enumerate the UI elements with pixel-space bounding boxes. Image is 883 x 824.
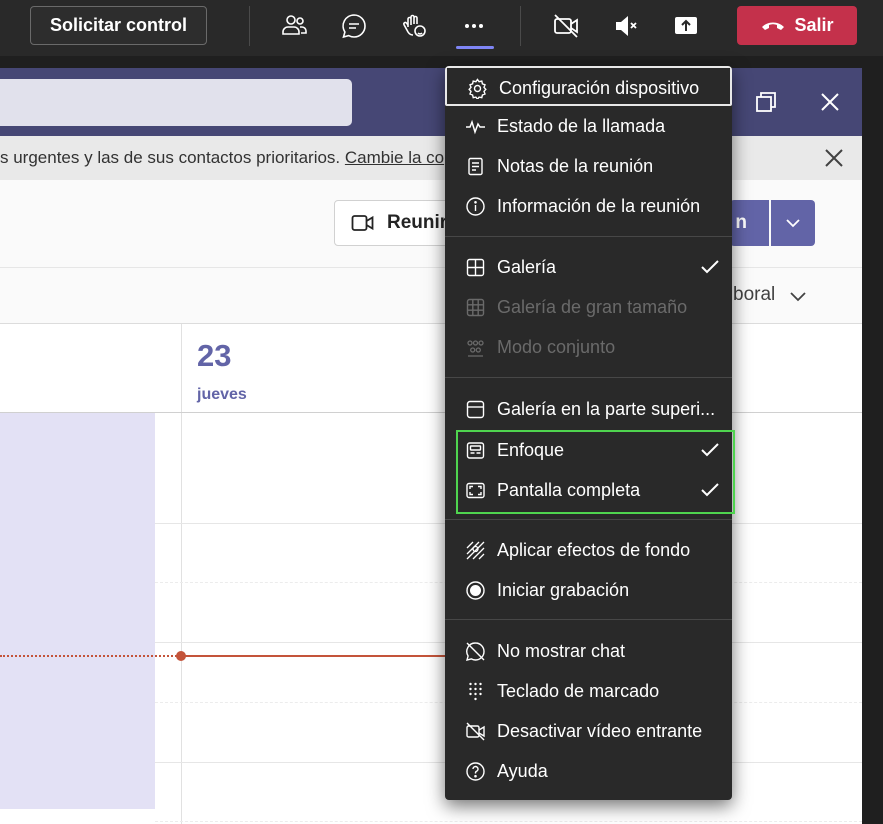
chevron-down-icon[interactable]: [788, 286, 808, 306]
participants-button[interactable]: [274, 7, 314, 45]
chevron-down-icon: [786, 219, 800, 228]
menu-divider: [445, 236, 732, 237]
share-screen-icon: [675, 17, 697, 34]
camera-toggle-button[interactable]: [546, 7, 586, 45]
app-header: [0, 68, 862, 136]
banner-text: s urgentes y las de sus contactos priori…: [0, 148, 445, 167]
view-selector-label[interactable]: boral: [733, 284, 775, 306]
leave-label: Salir: [794, 15, 834, 35]
menu-divider: [445, 377, 732, 378]
menu-item-help[interactable]: Ayuda: [445, 751, 732, 791]
menu-item-label: Estado de la llamada: [497, 116, 666, 136]
people-icon: [282, 15, 307, 35]
notes-icon: [465, 156, 486, 177]
gear-icon: [467, 78, 488, 99]
menu-item-disable-incoming-video[interactable]: Desactivar vídeo entrante: [445, 711, 732, 751]
day-number[interactable]: 23: [197, 338, 231, 374]
menu-item-label: Ayuda: [497, 761, 548, 781]
menu-item-dialpad[interactable]: Teclado de marcado: [445, 671, 732, 711]
menu-item-meeting-notes[interactable]: Notas de la reunión: [445, 146, 732, 186]
chat-button[interactable]: [334, 7, 374, 45]
menu-item-label: Configuración dispositivo: [499, 78, 700, 98]
pulse-icon: [465, 116, 486, 137]
menu-item-start-recording[interactable]: Iniciar grabación: [445, 570, 732, 610]
menu-item-label: Galería: [497, 257, 557, 277]
gallery-icon: [465, 257, 486, 278]
menu-item-meeting-info[interactable]: Información de la reunión: [445, 186, 732, 226]
toolbar-divider: [249, 6, 250, 46]
menu-item-together-mode[interactable]: Modo conjunto: [445, 327, 732, 367]
menu-item-label: Teclado de marcado: [497, 681, 660, 701]
call-control-bar: Solicitar control Salir: [0, 0, 883, 56]
together-mode-icon: [465, 337, 486, 358]
help-icon: [465, 761, 486, 782]
leave-button[interactable]: Salir: [737, 6, 857, 45]
menu-item-hide-chat[interactable]: No mostrar chat: [445, 631, 732, 671]
chat-icon: [342, 14, 366, 39]
current-time-dotted-line: [0, 655, 180, 657]
menu-item-label: Información de la reunión: [497, 196, 701, 216]
half-hour-line: [155, 821, 862, 822]
menu-item-large-gallery[interactable]: Galería de gran tamaño: [445, 287, 732, 327]
menu-item-device-settings[interactable]: Configuración dispositivo: [445, 66, 732, 106]
menu-item-call-health[interactable]: Estado de la llamada: [445, 106, 732, 146]
active-indicator: [456, 46, 494, 49]
new-meeting-dropdown-button[interactable]: [771, 200, 815, 246]
menu-item-background-effects[interactable]: Aplicar efectos de fondo: [445, 530, 732, 570]
close-window-icon[interactable]: [818, 90, 842, 114]
menu-divider: [445, 619, 732, 620]
menu-item-label: Iniciar grabación: [497, 580, 630, 600]
calendar-toolbar: Reunir n: [0, 180, 862, 268]
search-input[interactable]: [0, 79, 352, 126]
request-control-button[interactable]: Solicitar control: [30, 6, 207, 45]
chat-off-icon: [465, 641, 486, 662]
banner-link[interactable]: Cambie la co: [345, 148, 444, 167]
large-gallery-icon: [465, 297, 486, 318]
calendar-view-row: boral: [0, 268, 862, 324]
menu-item-label: Notas de la reunión: [497, 156, 654, 176]
video-camera-icon: [351, 215, 374, 231]
more-actions-icon: [465, 24, 483, 28]
video-off-icon: [465, 721, 486, 742]
hang-up-icon: [762, 22, 785, 30]
teams-meeting-screen: s urgentes y las de sus contactos priori…: [0, 0, 883, 824]
gallery-top-icon: [465, 399, 486, 420]
menu-item-gallery-top[interactable]: Galería en la parte superi...: [445, 389, 732, 429]
more-actions-button[interactable]: [454, 7, 494, 45]
record-icon: [465, 580, 486, 601]
highlight-annotation-box: [456, 430, 735, 514]
background-effects-icon: [465, 540, 486, 561]
menu-item-label: Modo conjunto: [497, 337, 616, 357]
toolbar-divider: [520, 6, 521, 46]
banner-close-icon[interactable]: [822, 146, 846, 170]
checkmark-icon: [700, 258, 720, 276]
current-time-line: [181, 655, 451, 657]
info-icon: [465, 196, 486, 217]
menu-item-label: Desactivar vídeo entrante: [497, 721, 703, 741]
menu-item-label: Aplicar efectos de fondo: [497, 540, 691, 560]
raise-hand-icon: [403, 14, 426, 37]
reactions-button[interactable]: [394, 7, 434, 45]
camera-off-icon: [554, 14, 578, 38]
priority-notification-banner: s urgentes y las de sus contactos priori…: [0, 136, 862, 180]
selected-time-block[interactable]: [0, 413, 155, 809]
menu-divider: [445, 519, 732, 520]
mic-toggle-button[interactable]: [606, 7, 646, 45]
share-screen-button[interactable]: [666, 7, 706, 45]
menu-item-label: No mostrar chat: [497, 641, 626, 661]
menu-item-label: Galería en la parte superi...: [497, 399, 716, 419]
restore-window-icon[interactable]: [754, 90, 778, 114]
menu-item-label: Galería de gran tamaño: [497, 297, 688, 317]
new-meeting-button[interactable]: n: [730, 200, 769, 246]
day-column-divider: [181, 324, 182, 824]
menu-item-gallery[interactable]: Galería: [445, 247, 732, 287]
mic-muted-icon: [616, 16, 637, 36]
dialpad-icon: [465, 681, 486, 702]
day-name: jueves: [197, 386, 247, 403]
meet-now-label: Reunir: [387, 212, 448, 233]
calendar-grid: 23 jueves: [0, 324, 862, 824]
